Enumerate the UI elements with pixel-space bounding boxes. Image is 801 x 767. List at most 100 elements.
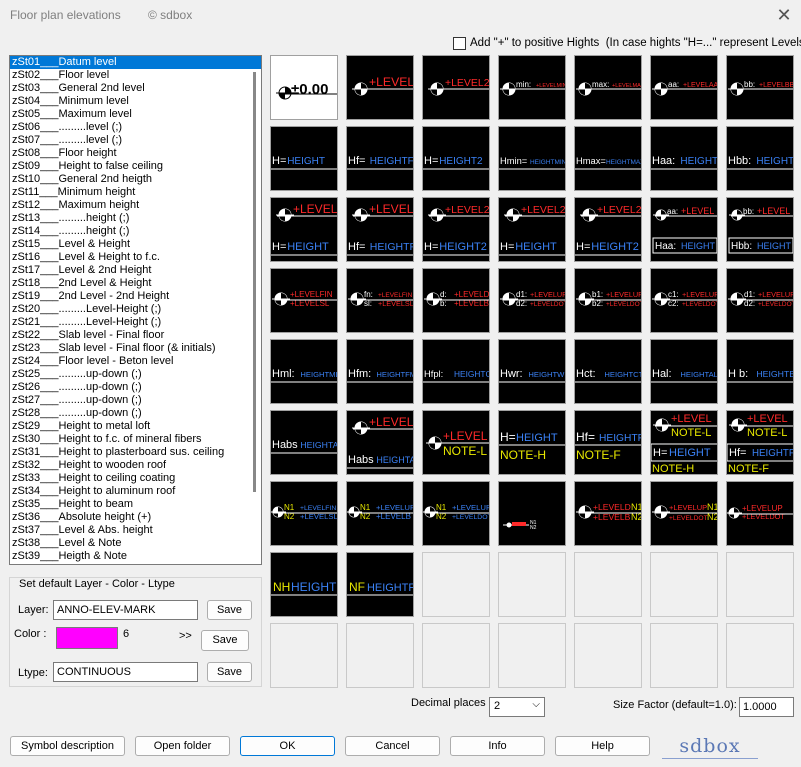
symbol-preview-cell[interactable]: aa: +LEVEL Haa: HEIGHT [650, 197, 718, 262]
symbol-preview-cell[interactable]: +LEVEL Hf= HEIGHTF [346, 197, 414, 262]
list-item[interactable]: zSt13___.........height (;) [10, 212, 261, 225]
ltype-save-button[interactable]: Save [207, 662, 252, 682]
symbol-preview-cell[interactable]: Hwr: HEIGHTWR [498, 339, 566, 404]
symbol-preview-cell[interactable] [270, 623, 338, 688]
symbol-preview-cell[interactable]: N1 N2 +LEVELUP +LEVELDOT [422, 481, 490, 546]
list-item[interactable]: zSt02___Floor level [10, 69, 261, 82]
symbol-preview-cell[interactable] [650, 623, 718, 688]
list-item[interactable]: zSt39___Heigth & Note [10, 550, 261, 563]
list-item[interactable]: zSt03___General 2nd level [10, 82, 261, 95]
symbol-list[interactable]: zSt01___Datum level zSt02___Floor level zS… [9, 55, 262, 565]
list-item[interactable]: zSt23___Slab level - Final floor (& init… [10, 342, 261, 355]
list-item[interactable]: zSt34___Height to aluminum roof [10, 485, 261, 498]
list-item[interactable]: zSt14___.........height (;) [10, 225, 261, 238]
symbol-preview-cell[interactable]: min: +LEVELMIN [498, 55, 566, 120]
layer-input[interactable]: ANNO-ELEV-MARK [53, 600, 198, 620]
plus-checkbox[interactable] [453, 36, 466, 50]
list-item[interactable]: zSt10___General 2nd heigth [10, 173, 261, 186]
symbol-preview-cell[interactable]: H= HEIGHT2 [422, 126, 490, 191]
symbol-preview-cell[interactable]: +LEVELD +LEVELB N1 N2 [574, 481, 642, 546]
info-button[interactable]: Info [450, 736, 545, 756]
list-item[interactable]: zSt30___Height to f.c. of mineral fibers [10, 433, 261, 446]
list-item[interactable]: zSt28___.........up-down (;) [10, 407, 261, 420]
symbol-preview-cell[interactable]: Hfpl: HEIGHTG [422, 339, 490, 404]
symbol-preview-cell[interactable]: bb: +LEVELBB [726, 55, 794, 120]
symbol-preview-cell[interactable] [726, 552, 794, 617]
symbol-preview-cell[interactable]: H= HEIGHT NOTE-H [498, 410, 566, 475]
ltype-input[interactable]: CONTINUOUS [53, 662, 198, 682]
symbol-preview-cell[interactable]: Hal: HEIGHTAL [650, 339, 718, 404]
symbol-preview-cell[interactable] [650, 552, 718, 617]
symbol-preview-cell[interactable] [346, 623, 414, 688]
list-item[interactable]: zSt19___2nd Level - 2nd Height [10, 290, 261, 303]
open-folder-button[interactable]: Open folder [135, 736, 230, 756]
list-item[interactable]: zSt22___Slab level - Final floor [10, 329, 261, 342]
symbol-preview-cell[interactable]: Hbb: HEIGHT [726, 126, 794, 191]
symbol-preview-cell[interactable]: N1 N2 +LEVELFIN +LEVELSL [270, 481, 338, 546]
symbol-preview-cell[interactable]: Hct: HEIGHTCT [574, 339, 642, 404]
symbol-preview-cell[interactable]: d: b: +LEVELD +LEVELB [422, 268, 490, 333]
list-item[interactable]: zSt21___.........Level-Height (;) [10, 316, 261, 329]
symbol-preview-cell[interactable]: +LEVEL2 H= HEIGHT2 [574, 197, 642, 262]
size-factor-input[interactable]: 1.0000 [739, 697, 794, 717]
close-icon[interactable]: ✕ [770, 3, 798, 27]
color-save-button[interactable]: Save [201, 630, 249, 651]
list-item[interactable]: zSt04___Minimum level [10, 95, 261, 108]
symbol-preview-cell[interactable]: Hmax= HEIGHTMAX [574, 126, 642, 191]
symbol-preview-cell[interactable] [498, 623, 566, 688]
list-item[interactable]: zSt17___Level & 2nd Height [10, 264, 261, 277]
plus-option[interactable]: Add "+" to positive Hights (In case high… [453, 35, 801, 51]
list-item[interactable]: zSt18___2nd Level & Height [10, 277, 261, 290]
symbol-preview-cell[interactable]: d1: d2: +LEVELUP +LEVELDOT [498, 268, 566, 333]
symbol-preview-cell[interactable]: max: +LEVELMAX [574, 55, 642, 120]
symbol-preview-cell[interactable]: +LEVELUP +LEVELDOT [726, 481, 794, 546]
list-item[interactable]: zSt15___Level & Height [10, 238, 261, 251]
ok-button[interactable]: OK [240, 736, 335, 756]
list-item[interactable]: zSt35___Height to beam [10, 498, 261, 511]
list-item[interactable]: zSt24___Floor level - Beton level [10, 355, 261, 368]
list-item[interactable]: zSt08___Floor height [10, 147, 261, 160]
symbol-preview-cell[interactable]: Hf= HEIGHTF [346, 126, 414, 191]
symbol-preview-cell[interactable]: N1 N2 [498, 481, 566, 546]
list-item[interactable]: zSt07___.........level (;) [10, 134, 261, 147]
symbol-preview-cell[interactable] [726, 623, 794, 688]
symbol-preview-cell[interactable]: Hmin= HEIGHTMIN [498, 126, 566, 191]
list-item[interactable]: zSt20___.........Level-Height (;) [10, 303, 261, 316]
symbol-preview-cell[interactable] [498, 552, 566, 617]
symbol-preview-cell[interactable]: +LEVEL NOTE-L [422, 410, 490, 475]
symbol-preview-cell[interactable]: Haa: HEIGHT [650, 126, 718, 191]
symbol-description-button[interactable]: Symbol description [10, 736, 125, 756]
list-item[interactable]: zSt26___.........up-down (;) [10, 381, 261, 394]
list-item[interactable]: zSt06___.........level (;) [10, 121, 261, 134]
symbol-preview-cell[interactable]: +LEVEL Habs HEIGHTA [346, 410, 414, 475]
symbol-preview-cell[interactable]: +LEVEL H= HEIGHT [270, 197, 338, 262]
list-item[interactable]: zSt12___Maximum height [10, 199, 261, 212]
symbol-preview-cell[interactable] [574, 552, 642, 617]
list-item[interactable]: zSt33___Height to ceiling coating [10, 472, 261, 485]
list-scrollbar[interactable] [253, 72, 256, 492]
list-item[interactable]: zSt37___Level & Abs. height [10, 524, 261, 537]
symbol-preview-cell[interactable]: aa: +LEVELAA [650, 55, 718, 120]
symbol-preview-cell[interactable]: +LEVEL [346, 55, 414, 120]
list-item[interactable]: zSt16___Level & Height to f.c. [10, 251, 261, 264]
symbol-preview-cell[interactable]: +LEVEL2 H= HEIGHT [498, 197, 566, 262]
symbol-preview-cell[interactable]: bb: +LEVEL Hbb: HEIGHT [726, 197, 794, 262]
list-item[interactable]: zSt32___Height to wooden roof [10, 459, 261, 472]
symbol-preview-cell[interactable]: +LEVELFIN +LEVELSL [270, 268, 338, 333]
color-swatch[interactable] [56, 627, 118, 649]
symbol-preview-cell[interactable]: c1: c2: +LEVELUP +LEVELDOT [650, 268, 718, 333]
symbol-preview-cell[interactable]: NF HEIGHTF [346, 552, 414, 617]
list-item[interactable]: zSt11___Minimum height [10, 186, 261, 199]
symbol-preview-cell[interactable]: H b: HEIGHTB [726, 339, 794, 404]
list-item[interactable]: zSt27___.........up-down (;) [10, 394, 261, 407]
list-item[interactable]: zSt31___Height to plasterboard sus. ceil… [10, 446, 261, 459]
help-button[interactable]: Help [555, 736, 650, 756]
list-item[interactable]: zSt25___.........up-down (;) [10, 368, 261, 381]
list-item[interactable]: zSt36___Absolute height (+) [10, 511, 261, 524]
list-item[interactable]: zSt29___Height to metal loft [10, 420, 261, 433]
symbol-preview-cell[interactable] [422, 552, 490, 617]
list-item[interactable]: zSt01___Datum level [10, 56, 261, 69]
symbol-preview-cell[interactable]: fn: sl: +LEVELFIN +LEVELSL [346, 268, 414, 333]
decimal-places-select[interactable]: 2 ⌵ [489, 697, 545, 717]
symbol-preview-cell[interactable]: ±0.00 [270, 55, 338, 120]
